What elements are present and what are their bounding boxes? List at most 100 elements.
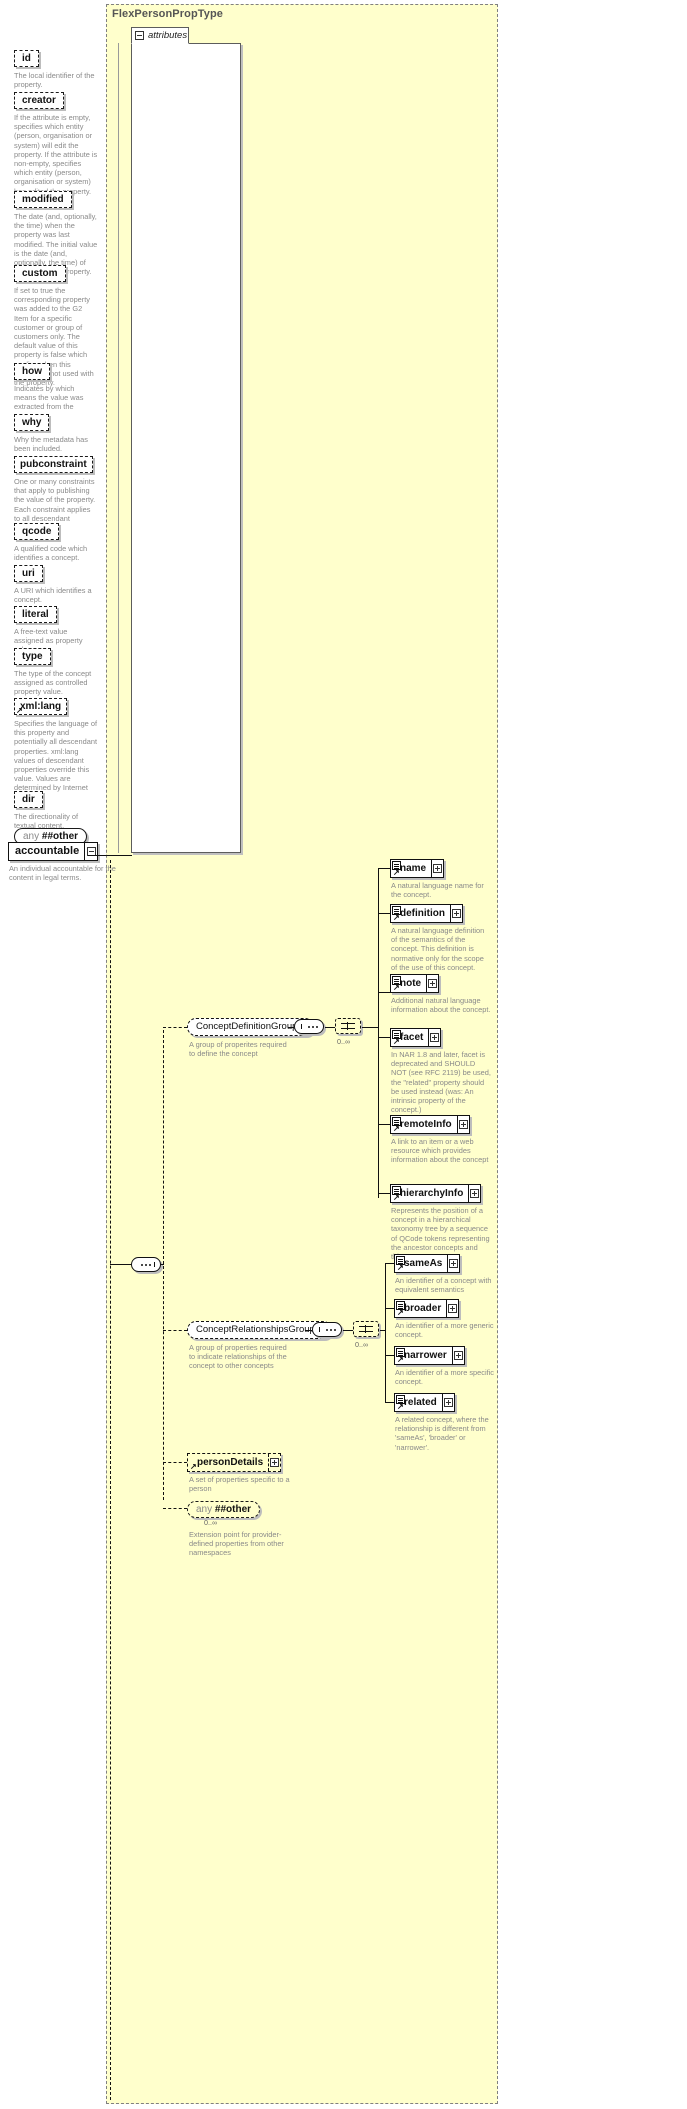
element-related-box[interactable]: ↗ related: [394, 1393, 455, 1412]
expand-control[interactable]: [451, 1347, 464, 1364]
attribute-pill[interactable]: pubconstraint: [14, 456, 93, 473]
attributes-tab[interactable]: attributes: [131, 27, 189, 44]
expand-control[interactable]: [450, 905, 462, 922]
any-other-pill[interactable]: any ##other: [187, 1501, 261, 1518]
plus-icon[interactable]: [458, 1120, 468, 1129]
element-label: sameAs: [404, 1258, 443, 1269]
reference-arrow-icon: ↗: [393, 1124, 400, 1133]
element-facet-box[interactable]: ↗ facet: [390, 1028, 442, 1047]
collapse-icon[interactable]: [135, 31, 144, 40]
expand-control[interactable]: [268, 1454, 280, 1471]
plus-icon[interactable]: [443, 1398, 453, 1407]
attributes-label: attributes: [148, 30, 188, 41]
element-desc: Additional natural language information …: [391, 996, 491, 1015]
choice-node[interactable]: [353, 1321, 379, 1337]
element-desc: An identifier of a more specific concept…: [395, 1368, 494, 1387]
element-sameas-box[interactable]: ↗ sameAs: [394, 1254, 461, 1273]
connector-line: [385, 1308, 394, 1309]
attribute-name: creator: [22, 95, 56, 106]
connector-line: [385, 1263, 394, 1264]
collapse-control[interactable]: [84, 843, 97, 860]
connector-line: [378, 1037, 390, 1038]
attribute-pill[interactable]: why: [14, 414, 50, 431]
element-accountable[interactable]: accountable: [8, 842, 99, 861]
reference-arrow-icon: ↗: [393, 983, 400, 992]
attribute-pill[interactable]: dir: [14, 791, 43, 808]
element-label: related: [404, 1397, 437, 1408]
expand-control[interactable]: [447, 1255, 459, 1272]
element-name-box[interactable]: ↗ name: [390, 859, 445, 878]
attribute-pill[interactable]: id: [14, 50, 39, 67]
element-desc: A set of properties specific to a person: [189, 1475, 290, 1494]
element-persondetails-box[interactable]: ↗ personDetails: [187, 1453, 282, 1472]
plus-icon[interactable]: [270, 1458, 280, 1467]
element-narrower-box[interactable]: ↗ narrower: [394, 1346, 465, 1365]
plus-icon[interactable]: [430, 1033, 440, 1042]
element-label: broader: [404, 1303, 442, 1314]
plus-icon[interactable]: [449, 1259, 459, 1268]
element-broader-box[interactable]: ↗ broader: [394, 1299, 460, 1318]
element-label: note: [400, 978, 422, 989]
connector-line: [163, 1462, 187, 1463]
element-desc: Represents the position of a concept in …: [391, 1206, 490, 1261]
choice-top-bar: [341, 1023, 355, 1024]
expand-control[interactable]: [428, 1029, 440, 1046]
connector-line: [160, 1264, 164, 1265]
connector-line: [380, 1330, 386, 1331]
expand-control[interactable]: [468, 1185, 480, 1202]
element-name: ↗ facet: [391, 1029, 428, 1046]
plus-icon[interactable]: [470, 1189, 480, 1198]
attribute-pill[interactable]: uri: [14, 565, 43, 582]
attribute-pill[interactable]: literal: [14, 606, 57, 623]
element-desc: An individual accountable for the conten…: [9, 864, 116, 883]
choice-node[interactable]: [335, 1018, 361, 1034]
connector-line: [378, 913, 390, 914]
plus-icon[interactable]: [453, 1351, 463, 1360]
expand-control[interactable]: [431, 860, 443, 877]
attribute-pill[interactable]: how: [14, 363, 50, 380]
any-namespace: ##other: [214, 1504, 252, 1515]
attribute-desc: The local identifier of the property.: [14, 71, 95, 90]
expand-control[interactable]: [441, 1394, 454, 1411]
sequence-node[interactable]: [131, 1257, 161, 1272]
attribute-pill[interactable]: custom: [14, 265, 66, 282]
element-label: hierarchyInfo: [400, 1188, 464, 1199]
sequence-node[interactable]: [312, 1322, 342, 1337]
element-label: name: [400, 863, 427, 874]
sequence-node[interactable]: [294, 1019, 324, 1034]
attribute-row: uri A URI which identifies a concept.: [14, 563, 98, 604]
element-label: remoteInfo: [400, 1119, 452, 1130]
attribute-pill[interactable]: creator: [14, 92, 64, 109]
choice-bottom-bar: [341, 1028, 355, 1029]
element-definition-box[interactable]: ↗ definition: [390, 904, 463, 923]
attribute-desc: A URI which identifies a concept.: [14, 586, 92, 605]
expand-control[interactable]: [426, 975, 438, 992]
occurs-label: 0..∞: [355, 1340, 369, 1349]
attribute-name: custom: [22, 268, 58, 279]
sequence-dots: [303, 1025, 323, 1028]
plus-icon[interactable]: [448, 1304, 458, 1313]
plus-icon[interactable]: [428, 979, 438, 988]
element-desc: A natural language name for the concept.: [391, 881, 484, 900]
attribute-pill[interactable]: ↗ xml:lang: [14, 698, 68, 715]
element-desc: In NAR 1.8 and later, facet is deprecate…: [391, 1050, 491, 1115]
element-hierarchyinfo-box[interactable]: ↗ hierarchyInfo: [390, 1184, 482, 1203]
connector-line: [110, 1264, 132, 1265]
element-remoteinfo-box[interactable]: ↗ remoteInfo: [390, 1115, 470, 1134]
plus-icon[interactable]: [452, 909, 461, 918]
element-desc: A link to an item or a web resource whic…: [391, 1137, 489, 1165]
expand-control[interactable]: [456, 1116, 469, 1133]
attribute-pill[interactable]: modified: [14, 191, 72, 208]
expand-control[interactable]: [446, 1300, 458, 1317]
plus-icon[interactable]: [433, 864, 443, 873]
group-name: ConceptDefinitionGroup: [196, 1021, 298, 1032]
element-name: ↗ sameAs: [395, 1255, 447, 1272]
element-desc: A natural language definition of the sem…: [391, 926, 485, 972]
element-note-box[interactable]: ↗ note: [390, 974, 440, 993]
attribute-pill[interactable]: type: [14, 648, 51, 665]
attribute-row: dir The directionality of textual conten…: [14, 789, 98, 830]
reference-arrow-icon: ↗: [393, 868, 400, 877]
reference-arrow-icon: ↗: [397, 1308, 404, 1317]
attribute-pill[interactable]: qcode: [14, 523, 60, 540]
connector-line: [163, 1508, 187, 1509]
